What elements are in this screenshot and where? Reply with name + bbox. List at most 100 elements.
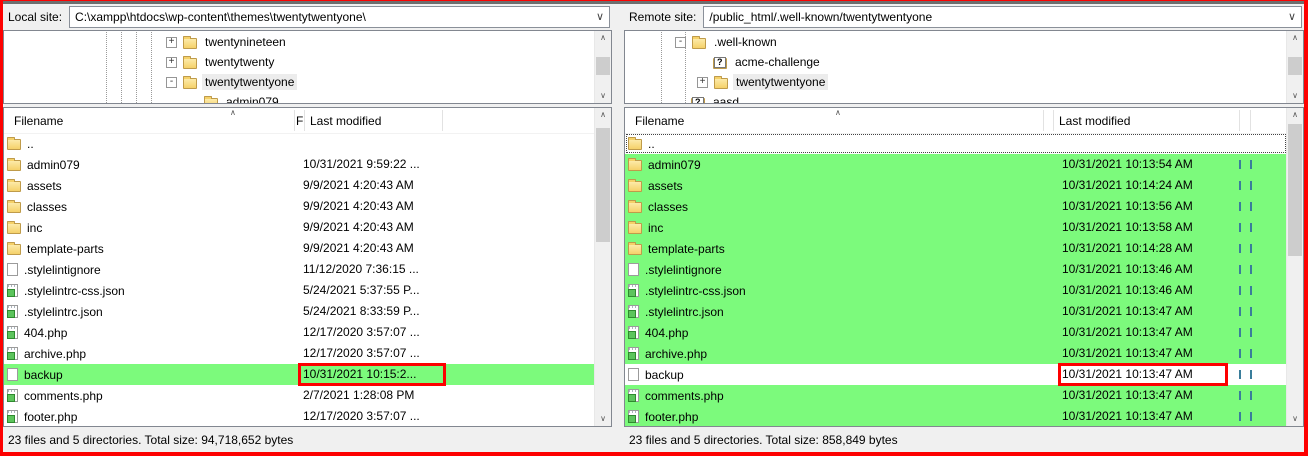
file-row[interactable]: template-parts 9/9/2021 4:20:43 AM xyxy=(4,238,595,259)
file-row[interactable]: footer.php 12/17/2020 3:57:07 ... xyxy=(4,406,595,426)
file-row[interactable]: .stylelintignore 10/31/2021 10:13:46 AM xyxy=(625,259,1287,280)
remote-directory-tree: - .well-known acme-challenge + twentytwentyo… xyxy=(624,30,1304,104)
scroll-down-button[interactable]: ∨ xyxy=(1287,89,1303,103)
tree-item-aasd[interactable]: aasd xyxy=(625,92,1287,103)
file-row[interactable]: classes 9/9/2021 4:20:43 AM xyxy=(4,196,595,217)
script-file-icon xyxy=(628,326,639,339)
filename-cell: archive.php xyxy=(24,346,87,361)
folder-icon xyxy=(628,200,642,213)
file-row[interactable]: comments.php 10/31/2021 10:13:47 AM xyxy=(625,385,1287,406)
tree-item-twentynineteen[interactable]: + twentynineteen xyxy=(4,32,595,52)
folder-icon xyxy=(7,242,21,255)
file-row[interactable]: .. xyxy=(4,133,595,154)
chevron-down-icon[interactable]: ∨ xyxy=(1288,7,1296,27)
column-divider[interactable] xyxy=(294,110,295,131)
remote-path-combobox[interactable]: /public_html/.well-known/twentytwentyone… xyxy=(703,6,1302,28)
column-divider[interactable] xyxy=(304,110,305,131)
filename-cell: .stylelintrc-css.json xyxy=(24,283,125,298)
tree-item-twentytwenty[interactable]: + twentytwenty xyxy=(4,52,595,72)
scroll-thumb[interactable] xyxy=(1288,57,1302,75)
truncated-column-mark xyxy=(1250,160,1252,169)
last-modified-cell: 12/17/2020 3:57:07 ... xyxy=(303,409,420,423)
folder-icon xyxy=(7,179,21,192)
file-row[interactable]: .stylelintrc.json 5/24/2021 8:33:59 P... xyxy=(4,301,595,322)
file-row[interactable]: admin079 10/31/2021 10:13:54 AM xyxy=(625,154,1287,175)
collapse-minus-icon[interactable]: - xyxy=(675,36,686,48)
annotation-border-bottom xyxy=(0,452,1308,456)
local-tree-scrollbar[interactable]: ∧ ∨ xyxy=(594,31,611,103)
scroll-up-button[interactable]: ∧ xyxy=(595,108,611,122)
scroll-down-button[interactable]: ∨ xyxy=(595,89,611,103)
column-header-f[interactable]: F xyxy=(296,114,303,128)
filename-cell: .stylelintrc-css.json xyxy=(645,283,746,298)
file-row[interactable]: assets 9/9/2021 4:20:43 AM xyxy=(4,175,595,196)
file-row[interactable]: .. xyxy=(625,133,1287,154)
chevron-down-icon[interactable]: ∨ xyxy=(596,7,604,27)
file-row[interactable]: inc 10/31/2021 10:13:58 AM xyxy=(625,217,1287,238)
script-file-icon xyxy=(7,326,18,339)
file-row[interactable]: .stylelintrc-css.json 5/24/2021 5:37:55 P… xyxy=(4,280,595,301)
local-path-combobox[interactable]: C:\xampp\htdocs\wp-content\themes\twenty… xyxy=(69,6,610,28)
last-modified-cell: 10/31/2021 10:13:47 AM xyxy=(1062,304,1193,318)
local-list-header[interactable]: Filename F Last modified ∧ xyxy=(4,108,595,134)
remote-list-header[interactable]: Filename Last modified ∧ xyxy=(625,108,1287,134)
file-row[interactable]: backup 10/31/2021 10:15:2... xyxy=(4,363,595,386)
file-row[interactable]: 404.php 10/31/2021 10:13:47 AM xyxy=(625,322,1287,343)
file-row[interactable]: archive.php 10/31/2021 10:13:47 AM xyxy=(625,343,1287,364)
file-row[interactable]: inc 9/9/2021 4:20:43 AM xyxy=(4,217,595,238)
file-row[interactable]: .stylelintignore 11/12/2020 7:36:15 ... xyxy=(4,259,595,280)
sort-ascending-icon: ∧ xyxy=(835,108,841,117)
remote-list-scrollbar[interactable]: ∧ ∨ xyxy=(1286,108,1303,426)
scroll-thumb[interactable] xyxy=(1288,124,1302,256)
file-row[interactable]: admin079 10/31/2021 9:59:22 ... xyxy=(4,154,595,175)
column-divider[interactable] xyxy=(1239,110,1240,131)
file-row[interactable]: archive.php 12/17/2020 3:57:07 ... xyxy=(4,343,595,364)
column-divider[interactable] xyxy=(442,110,443,131)
truncated-column-mark xyxy=(1239,328,1241,337)
scroll-up-button[interactable]: ∧ xyxy=(1287,31,1303,45)
scroll-up-button[interactable]: ∧ xyxy=(1287,108,1303,122)
local-list-scrollbar[interactable]: ∧ ∨ xyxy=(594,108,611,426)
scroll-up-button[interactable]: ∧ xyxy=(595,31,611,45)
tree-item-acme-challenge[interactable]: acme-challenge xyxy=(625,52,1287,72)
scroll-down-button[interactable]: ∨ xyxy=(1287,412,1303,426)
column-header-filename[interactable]: Filename xyxy=(635,114,684,128)
truncated-column-mark xyxy=(1239,160,1241,169)
last-modified-cell: 5/24/2021 5:37:55 P... xyxy=(303,283,420,297)
remote-site-label: Remote site: xyxy=(629,10,697,24)
file-row[interactable]: .stylelintrc-css.json 10/31/2021 10:13:46… xyxy=(625,280,1287,301)
file-row[interactable]: template-parts 10/31/2021 10:14:28 AM xyxy=(625,238,1287,259)
script-file-icon xyxy=(628,389,639,402)
file-row[interactable]: backup 10/31/2021 10:13:47 AM xyxy=(625,363,1287,386)
scroll-down-button[interactable]: ∨ xyxy=(595,412,611,426)
filename-cell: 404.php xyxy=(24,325,68,340)
script-file-icon xyxy=(628,410,639,423)
file-row[interactable]: .stylelintrc.json 10/31/2021 10:13:47 AM xyxy=(625,301,1287,322)
last-modified-cell: 10/31/2021 10:13:47 AM xyxy=(1062,325,1193,339)
file-row[interactable]: footer.php 10/31/2021 10:13:47 AM xyxy=(625,406,1287,426)
column-header-filename[interactable]: Filename xyxy=(14,114,63,128)
column-header-last-modified[interactable]: Last modified xyxy=(310,114,381,128)
file-row[interactable]: 404.php 12/17/2020 3:57:07 ... xyxy=(4,322,595,343)
tree-item-label: admin079 xyxy=(226,95,279,103)
last-modified-cell: 12/17/2020 3:57:07 ... xyxy=(303,346,420,360)
collapse-minus-icon[interactable]: - xyxy=(166,76,177,88)
tree-item-.well-known[interactable]: - .well-known xyxy=(625,32,1287,52)
column-divider[interactable] xyxy=(1250,110,1251,131)
remote-tree-scrollbar[interactable]: ∧ ∨ xyxy=(1286,31,1303,103)
file-row[interactable]: assets 10/31/2021 10:14:24 AM xyxy=(625,175,1287,196)
expand-plus-icon[interactable]: + xyxy=(697,76,708,88)
scroll-thumb[interactable] xyxy=(596,57,610,75)
expand-plus-icon[interactable]: + xyxy=(166,36,177,48)
scroll-thumb[interactable] xyxy=(596,128,610,242)
column-divider[interactable] xyxy=(1053,110,1054,131)
tree-item-admin079[interactable]: admin079 xyxy=(4,92,595,103)
tree-item-twentytwentyone[interactable]: + twentytwentyone xyxy=(625,72,1287,92)
file-row[interactable]: comments.php 2/7/2021 1:28:08 PM xyxy=(4,385,595,406)
column-divider[interactable] xyxy=(1043,110,1044,131)
column-header-last-modified[interactable]: Last modified xyxy=(1059,114,1130,128)
tree-item-twentytwentyone[interactable]: - twentytwentyone xyxy=(4,72,595,92)
file-row[interactable]: classes 10/31/2021 10:13:56 AM xyxy=(625,196,1287,217)
expand-plus-icon[interactable]: + xyxy=(166,56,177,68)
folder-icon xyxy=(204,95,218,103)
